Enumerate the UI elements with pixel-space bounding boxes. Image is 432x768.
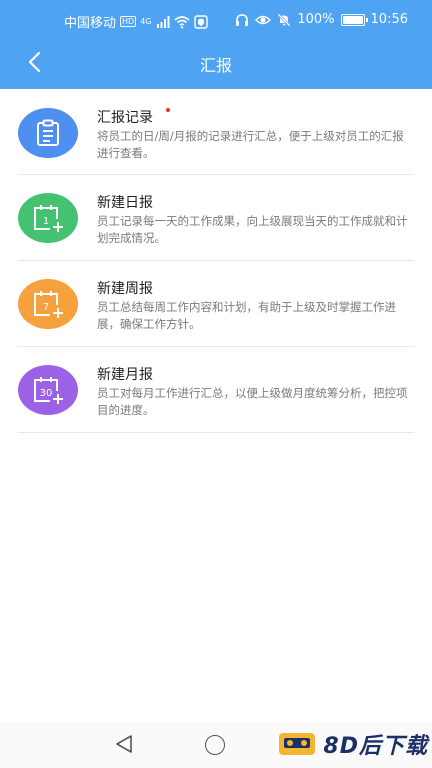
eye-icon: [255, 15, 272, 24]
daily-report-icon-circle: 1: [18, 193, 78, 243]
clipboard-icon: [37, 119, 59, 146]
battery-fill: [342, 15, 363, 24]
item-title: 新建月报: [97, 367, 153, 383]
item-description: 员工对每月工作进行汇总，以便上级做月度统筹分析，把控项目的进度。: [97, 386, 408, 417]
calendar-number: 30: [40, 388, 53, 399]
page-title: 汇报: [199, 56, 232, 75]
nav-home-icon[interactable]: [205, 735, 225, 755]
watermark-text: 8D后下载: [323, 734, 428, 759]
signal-icon: [156, 15, 169, 28]
carrier-name: 中国移动: [64, 16, 117, 31]
report-menu-list: 汇报记录 将员工的日/周/月报的记录进行汇总，便于上级对员工的汇报进行查看。 1…: [18, 90, 414, 433]
calendar-add-icon: 7: [34, 291, 63, 318]
item-description: 员工总结每周工作内容和计划，有助于上级及时掌握工作进展，确保工作方针。: [97, 300, 396, 331]
monthly-report-icon-circle: 30: [18, 365, 78, 415]
calendar-add-icon: 30: [34, 377, 63, 404]
battery-percent: 100%: [297, 12, 335, 27]
calendar-add-icon: 1: [34, 205, 63, 232]
menu-item-report-records[interactable]: 汇报记录 将员工的日/周/月报的记录进行汇总，便于上级对员工的汇报进行查看。: [18, 90, 414, 175]
hd-badge: HD: [120, 16, 137, 27]
calendar-number: 1: [43, 216, 49, 227]
clock: 10:56: [370, 12, 408, 27]
shield-icon: [193, 14, 208, 29]
menu-item-new-monthly-report[interactable]: 30 新建月报 员工对每月工作进行汇总，以便上级做月度统筹分析，把控项目的进度。: [18, 347, 414, 433]
nav-back-icon[interactable]: [114, 734, 134, 754]
report-records-icon-circle: [18, 108, 78, 158]
item-description: 员工记录每一天的工作成果，向上级展现当天的工作成就和计划完成情况。: [97, 214, 408, 245]
headphones-icon: [236, 13, 249, 26]
item-title: 汇报记录: [97, 110, 153, 126]
battery-icon: [340, 13, 368, 26]
menu-item-new-weekly-report[interactable]: 7 新建周报 员工总结每周工作内容和计划，有助于上级及时掌握工作进展，确保工作方…: [18, 261, 414, 347]
item-description: 将员工的日/周/月报的记录进行汇总，便于上级对员工的汇报进行查看。: [97, 129, 404, 160]
app-header: 中国移动 HD 4G 100% 10:56 汇报: [0, 0, 432, 89]
wifi-icon: [173, 15, 190, 28]
mute-bell-icon: [277, 13, 291, 26]
cassette-logo-icon: [279, 733, 316, 755]
calendar-number: 7: [43, 302, 49, 313]
item-title: 新建周报: [97, 281, 153, 297]
weekly-report-icon-circle: 7: [18, 279, 78, 329]
status-bar: 中国移动 HD 4G 100% 10:56: [0, 0, 432, 40]
system-nav-bar: 8D后下载: [0, 722, 432, 768]
menu-item-new-daily-report[interactable]: 1 新建日报 员工记录每一天的工作成果，向上级展现当天的工作成就和计划完成情况。: [18, 175, 414, 261]
item-title: 新建日报: [97, 195, 153, 211]
watermark-logo: 8D后下载: [277, 728, 428, 760]
network-type: 4G: [140, 16, 152, 26]
unread-dot: [166, 108, 170, 112]
